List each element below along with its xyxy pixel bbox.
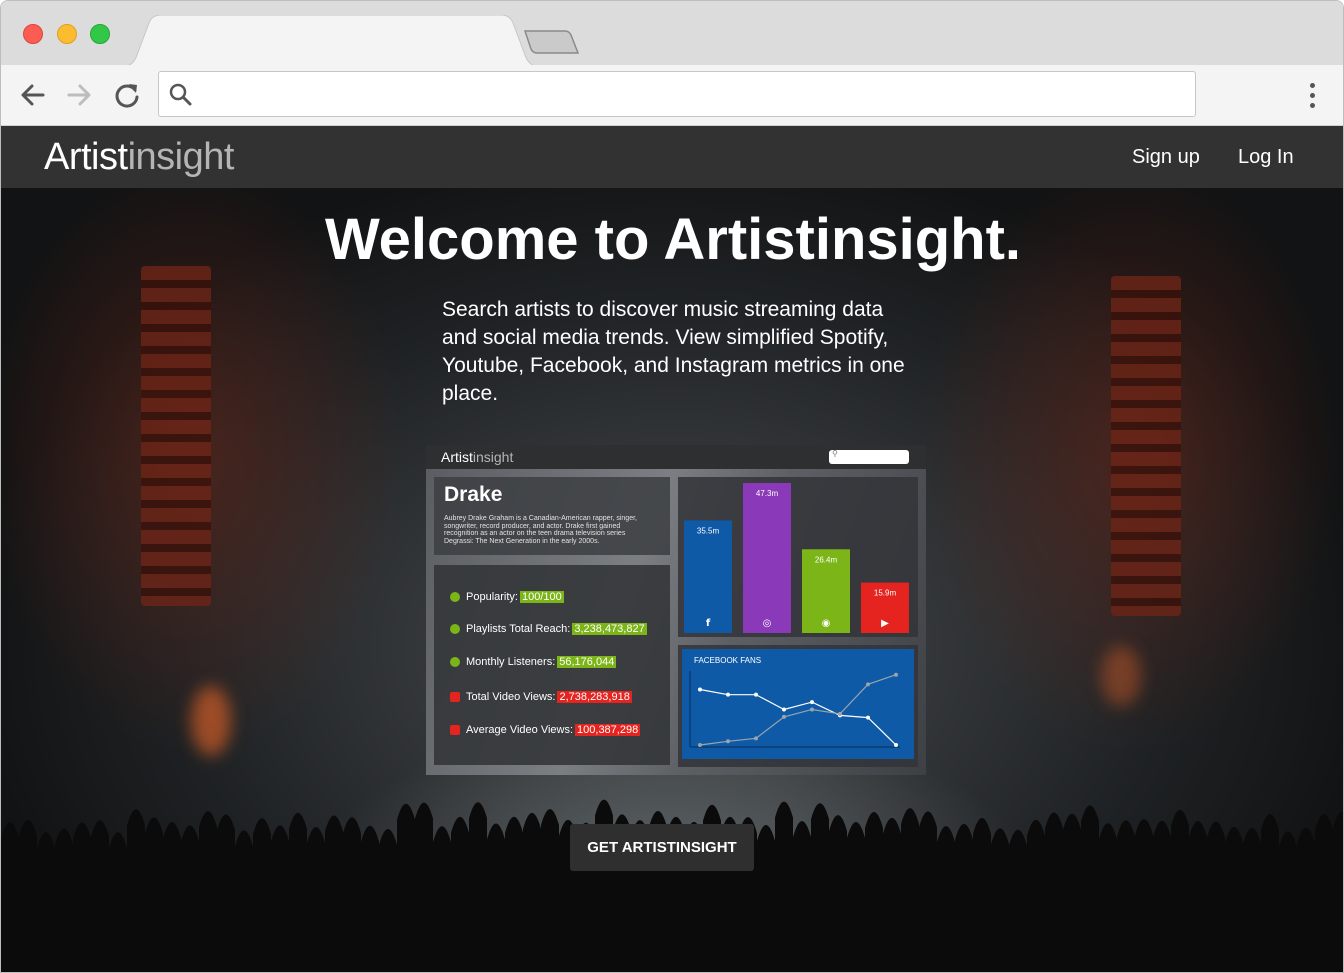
preview-logo: Artistinsight — [441, 449, 513, 465]
browser-window: Artistinsight Sign up Log In Welcome to … — [0, 0, 1344, 973]
tab-shape — [121, 15, 541, 67]
browser-toolbar — [1, 65, 1343, 126]
series-2-point — [698, 743, 702, 747]
youtube-icon — [450, 725, 460, 735]
back-button[interactable] — [17, 79, 49, 111]
address-input[interactable] — [203, 80, 1183, 108]
new-tab-button[interactable] — [521, 29, 581, 57]
stat-monthly-listeners: Monthly Listeners: 56,176,044 — [450, 656, 617, 668]
bar-instagram — [743, 483, 791, 633]
facebook-icon: f — [706, 618, 711, 629]
browser-tab[interactable] — [121, 15, 541, 67]
series-2-point — [838, 711, 842, 716]
artist-name: Drake — [444, 483, 503, 506]
bar-value-label: 15.9m — [874, 589, 897, 598]
search-icon — [169, 83, 192, 106]
series-2-point — [782, 714, 786, 719]
site-header: Artistinsight Sign up Log In — [1, 126, 1343, 188]
page-content: Artistinsight Sign up Log In Welcome to … — [1, 126, 1343, 972]
browser-menu-button[interactable] — [1301, 79, 1323, 111]
youtube-icon: ▶ — [881, 618, 889, 629]
background-pillar — [1111, 276, 1181, 616]
signup-link[interactable]: Sign up — [1132, 146, 1200, 169]
series-2-point — [866, 682, 870, 687]
more-vertical-icon-dot — [1309, 92, 1315, 98]
artist-bio: Aubrey Drake Graham is a Canadian-Americ… — [444, 515, 637, 545]
stat-label: Average Video Views: — [466, 724, 574, 736]
address-bar[interactable] — [158, 71, 1196, 117]
minimize-window-button[interactable] — [57, 24, 77, 44]
stat-total-video-views: Total Video Views: 2,738,283,918 — [450, 691, 632, 703]
series-2-point — [754, 736, 758, 741]
facebook-fans-chart: FACEBOOK FANS — [678, 645, 918, 767]
reload-icon — [115, 84, 139, 108]
background-light — [1101, 646, 1141, 706]
login-link[interactable]: Log In — [1238, 146, 1294, 169]
preview-search-box: ⚲ — [829, 449, 909, 464]
series-1-point — [866, 715, 870, 720]
stat-average-video-views: Average Video Views: 100,387,298 — [450, 724, 641, 736]
series-1-point — [810, 700, 814, 705]
bar-value-label: 35.5m — [697, 526, 720, 535]
arrow-left-icon — [21, 84, 45, 106]
spotify-icon — [450, 657, 460, 667]
series-1-point — [782, 707, 786, 712]
stat-value: 3,238,473,827 — [572, 623, 647, 635]
series-1-point — [726, 692, 730, 697]
bar-chart-svg: 35.5m f 47.3m ◎ 26.4m ◉ 15.9m ▶ — [684, 483, 909, 633]
series-1-point — [698, 687, 702, 692]
preview-logo-light: insight — [472, 449, 514, 465]
spotify-icon — [450, 624, 460, 634]
stat-value: 100/100 — [519, 591, 564, 603]
stat-label: Total Video Views: — [466, 691, 556, 703]
stat-value: 100,387,298 — [575, 724, 641, 736]
app-preview-image: Artistinsight ⚲ Drake Aubrey Drake Graha… — [426, 445, 926, 775]
spotify-icon — [450, 592, 460, 602]
reload-button[interactable] — [111, 79, 143, 111]
series-2-point — [810, 707, 814, 712]
bar-value-label: 47.3m — [756, 489, 779, 498]
arrow-right-icon — [67, 84, 91, 106]
more-vertical-icon-dot — [1309, 82, 1315, 88]
bar-facebook — [684, 520, 732, 633]
youtube-icon — [450, 692, 460, 702]
series-1-point — [754, 692, 758, 697]
site-logo[interactable]: Artistinsight — [44, 136, 234, 179]
instagram-icon: ◎ — [763, 618, 772, 629]
followers-bar-chart: 35.5m f 47.3m ◎ 26.4m ◉ 15.9m ▶ — [678, 477, 918, 637]
stat-popularity: Popularity: 100/100 — [450, 591, 564, 603]
stat-playlists-reach: Playlists Total Reach: 3,238,473,827 — [450, 623, 647, 635]
stat-value: 56,176,044 — [557, 656, 617, 668]
artist-card: Drake Aubrey Drake Graham is a Canadian-… — [434, 477, 670, 555]
series-1-point — [894, 743, 898, 747]
tab-bar — [1, 1, 1343, 67]
stat-label: Popularity: — [466, 591, 518, 603]
stat-value: 2,738,283,918 — [557, 691, 632, 703]
preview-header: Artistinsight ⚲ — [426, 445, 926, 469]
stat-label: Monthly Listeners: — [466, 656, 556, 668]
more-vertical-icon-dot — [1309, 102, 1315, 108]
series-2-point — [726, 739, 730, 744]
bar-value-label: 26.4m — [815, 555, 838, 564]
page-title: Welcome to Artistinsight. — [324, 207, 1022, 272]
close-window-button[interactable] — [23, 24, 43, 44]
line-chart-title: FACEBOOK FANS — [694, 656, 761, 665]
stat-label: Playlists Total Reach: — [466, 623, 571, 635]
logo-bold: Artist — [44, 136, 128, 178]
spotify-icon: ◉ — [822, 618, 831, 629]
maximize-window-button[interactable] — [90, 24, 110, 44]
background-pillar — [141, 266, 211, 606]
preview-logo-bold: Artist — [441, 449, 473, 465]
line-chart-svg: FACEBOOK FANS — [682, 649, 914, 759]
intro-text: Search artists to discover music streami… — [442, 298, 905, 405]
forward-button[interactable] — [63, 79, 95, 111]
series-2-point — [894, 672, 898, 677]
get-artistinsight-button[interactable]: GET ARTISTINSIGHT — [570, 824, 754, 871]
preview-search-icon: ⚲ — [832, 449, 838, 458]
artist-stats: Popularity: 100/100 Playlists Total Reac… — [434, 565, 670, 765]
logo-light: insight — [127, 136, 235, 178]
